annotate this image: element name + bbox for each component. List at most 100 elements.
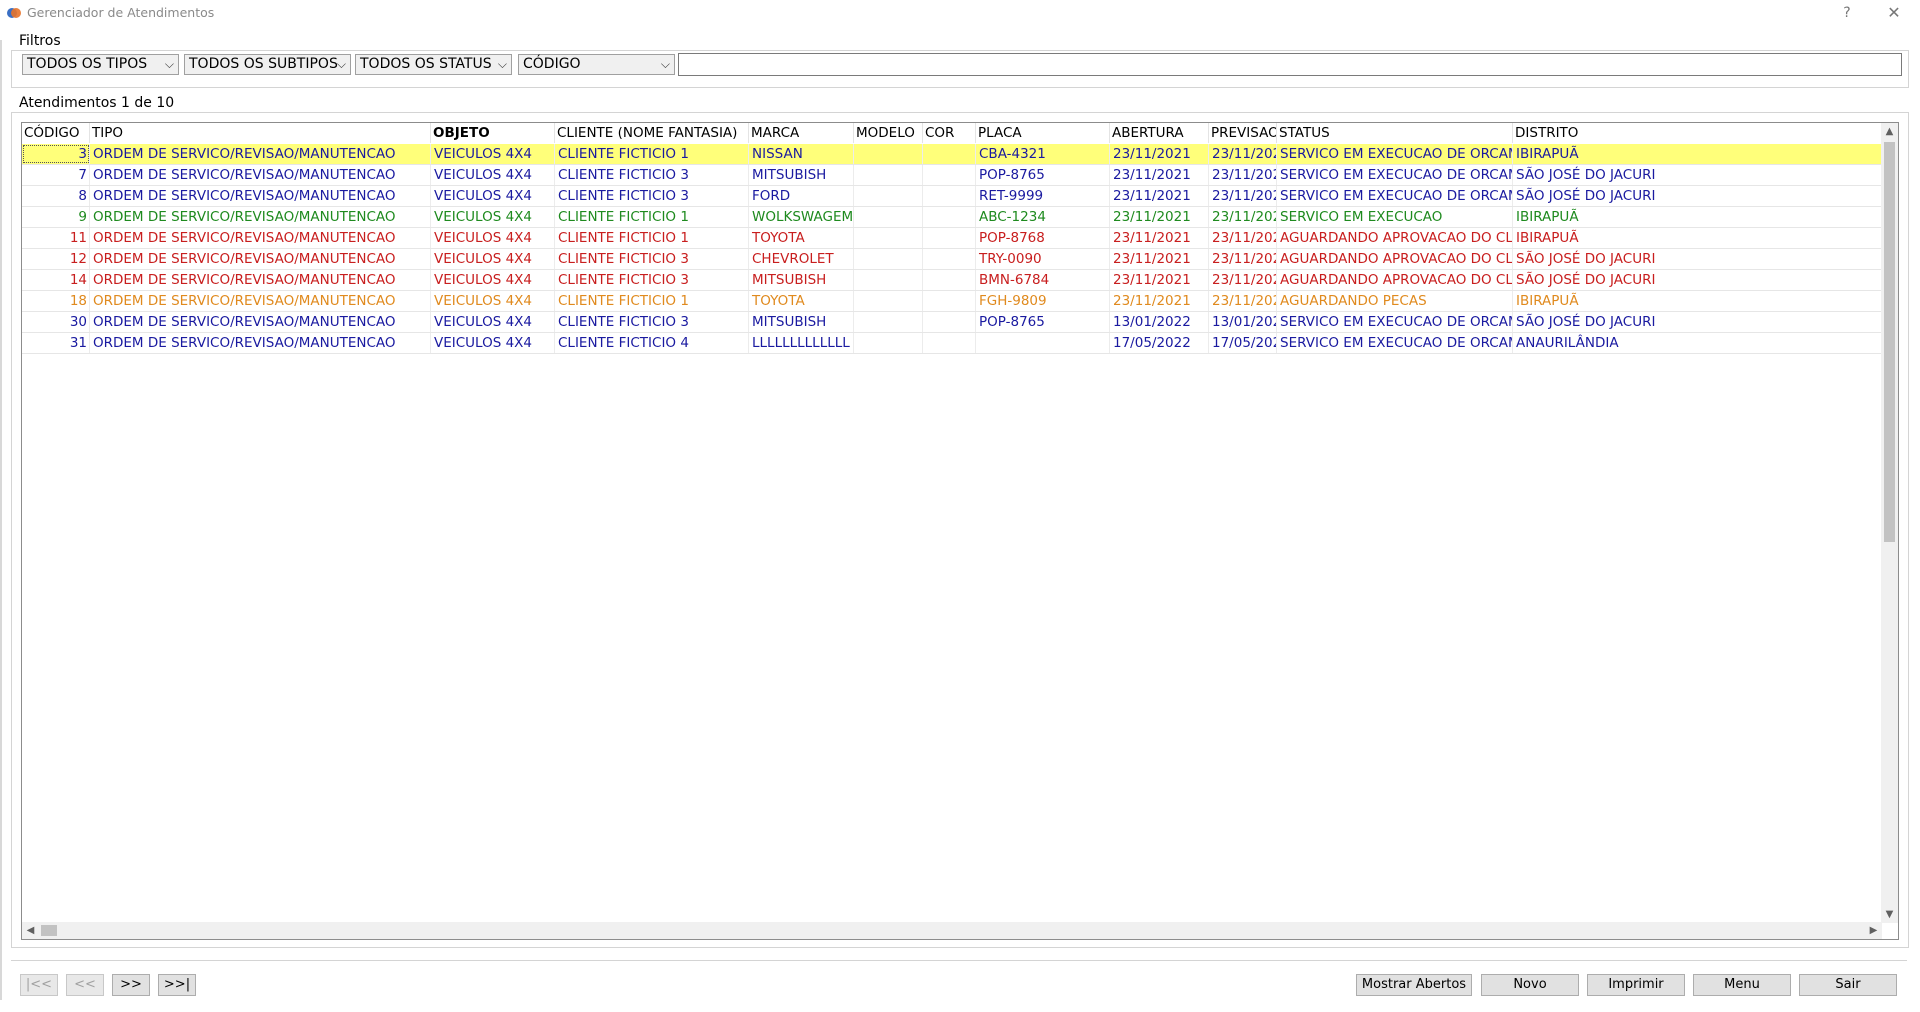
cell-cor [923, 165, 976, 185]
cell-cliente: CLIENTE FICTICIO 1 [555, 144, 749, 164]
cell-cor [923, 249, 976, 269]
cell-placa: POP-8768 [976, 228, 1110, 248]
table-row[interactable]: 9 ORDEM DE SERVICO/REVISAO/MANUTENCAO VEIC… [22, 207, 1882, 228]
table-row[interactable]: 8 ORDEM DE SERVICO/REVISAO/MANUTENCAO VEIC… [22, 186, 1882, 207]
cell-tipo: ORDEM DE SERVICO/REVISAO/MANUTENCAO [90, 228, 431, 248]
cell-tipo: ORDEM DE SERVICO/REVISAO/MANUTENCAO [90, 312, 431, 332]
subtipo-filter-select[interactable]: TODOS OS SUBTIPOS ⌵ [184, 54, 351, 75]
last-page-button[interactable]: >>| [158, 974, 196, 996]
cell-cliente: CLIENTE FICTICIO 1 [555, 228, 749, 248]
column-header-codigo[interactable]: CÓDIGO [22, 123, 90, 143]
mostrar-abertos-button[interactable]: Mostrar Abertos [1356, 974, 1472, 996]
cell-status: SERVICO EM EXECUCAO DE ORCAMENTO [1277, 333, 1513, 353]
tipo-filter-value: TODOS OS TIPOS [27, 56, 148, 72]
column-header-status[interactable]: STATUS [1277, 123, 1513, 143]
tipo-filter-select[interactable]: TODOS OS TIPOS ⌵ [22, 54, 179, 75]
cell-marca: MITSUBISH [749, 312, 854, 332]
table-row[interactable]: 12 ORDEM DE SERVICO/REVISAO/MANUTENCAO VEI… [22, 249, 1882, 270]
cell-modelo [854, 144, 923, 164]
next-page-button[interactable]: >> [112, 974, 150, 996]
cell-modelo [854, 207, 923, 227]
cell-cor [923, 228, 976, 248]
cell-previsao: 23/11/2021 [1209, 228, 1277, 248]
cell-tipo: ORDEM DE SERVICO/REVISAO/MANUTENCAO [90, 165, 431, 185]
imprimir-button[interactable]: Imprimir [1587, 974, 1685, 996]
cell-cliente: CLIENTE FICTICIO 1 [555, 207, 749, 227]
column-header-cor[interactable]: COR [923, 123, 976, 143]
column-header-placa[interactable]: PLACA [976, 123, 1110, 143]
column-header-objeto[interactable]: OBJETO [431, 123, 555, 143]
cell-status: AGUARDANDO APROVACAO DO CLIENTE [1277, 228, 1513, 248]
cell-cliente: CLIENTE FICTICIO 3 [555, 270, 749, 290]
cell-modelo [854, 228, 923, 248]
cell-marca: TOYOTA [749, 228, 854, 248]
cell-objeto: VEICULOS 4X4 [431, 228, 555, 248]
horizontal-scrollbar[interactable]: ◀ ▶ [22, 922, 1882, 939]
cell-status: SERVICO EM EXECUCAO [1277, 207, 1513, 227]
first-page-button[interactable]: |<< [20, 974, 58, 996]
search-field-select[interactable]: CÓDIGO ⌵ [518, 54, 675, 75]
cell-objeto: VEICULOS 4X4 [431, 186, 555, 206]
cell-status: SERVICO EM EXECUCAO DE ORCAMENTO [1277, 165, 1513, 185]
cell-tipo: ORDEM DE SERVICO/REVISAO/MANUTENCAO [90, 333, 431, 353]
cell-cor [923, 291, 976, 311]
column-header-marca[interactable]: MARCA [749, 123, 854, 143]
chevron-down-icon: ⌵ [336, 57, 346, 71]
column-header-previsao[interactable]: PREVISAO [1209, 123, 1277, 143]
cell-placa [976, 333, 1110, 353]
column-header-abertura[interactable]: ABERTURA [1110, 123, 1209, 143]
cell-modelo [854, 270, 923, 290]
scroll-down-icon[interactable]: ▼ [1881, 906, 1898, 923]
atendimentos-grid[interactable]: CÓDIGO TIPO OBJETO CLIENTE (NOME FANTASI… [21, 122, 1899, 940]
cell-marca: TOYOTA [749, 291, 854, 311]
cell-codigo: 14 [22, 270, 90, 290]
scroll-left-icon[interactable]: ◀ [22, 922, 39, 939]
cell-placa: TRY-0090 [976, 249, 1110, 269]
cell-cor [923, 186, 976, 206]
cell-objeto: VEICULOS 4X4 [431, 291, 555, 311]
scroll-up-icon[interactable]: ▲ [1881, 123, 1898, 140]
cell-abertura: 23/11/2021 [1110, 165, 1209, 185]
novo-button[interactable]: Novo [1481, 974, 1579, 996]
cell-placa: POP-8765 [976, 165, 1110, 185]
cell-abertura: 23/11/2021 [1110, 186, 1209, 206]
column-header-distrito[interactable]: DISTRITO [1513, 123, 1882, 143]
table-row[interactable]: 11 ORDEM DE SERVICO/REVISAO/MANUTENCAO VEI… [22, 228, 1882, 249]
vertical-scroll-thumb[interactable] [1884, 142, 1895, 542]
previous-page-button[interactable]: << [66, 974, 104, 996]
cell-modelo [854, 291, 923, 311]
scroll-right-icon[interactable]: ▶ [1865, 922, 1882, 939]
cell-marca: MITSUBISH [749, 270, 854, 290]
table-row[interactable]: 31 ORDEM DE SERVICO/REVISAO/MANUTENCAO VEI… [22, 333, 1882, 354]
search-field-value: CÓDIGO [523, 56, 581, 72]
vertical-scrollbar[interactable]: ▲ ▼ [1881, 123, 1898, 923]
column-header-cliente[interactable]: CLIENTE (NOME FANTASIA) [555, 123, 749, 143]
cell-codigo: 30 [22, 312, 90, 332]
menu-button[interactable]: Menu [1693, 974, 1791, 996]
close-window-button[interactable]: ✕ [1879, 2, 1909, 24]
search-input[interactable] [678, 53, 1902, 76]
cell-marca: WOLKSWAGEM [749, 207, 854, 227]
cell-cliente: CLIENTE FICTICIO 3 [555, 312, 749, 332]
table-row[interactable]: 30 ORDEM DE SERVICO/REVISAO/MANUTENCAO VEI… [22, 312, 1882, 333]
table-row[interactable]: 18 ORDEM DE SERVICO/REVISAO/MANUTENCAO VEI… [22, 291, 1882, 312]
table-row[interactable]: 3 ORDEM DE SERVICO/REVISAO/MANUTENCAO VEIC… [22, 144, 1882, 165]
cell-objeto: VEICULOS 4X4 [431, 312, 555, 332]
column-header-tipo[interactable]: TIPO [90, 123, 431, 143]
status-filter-select[interactable]: TODOS OS STATUS ⌵ [355, 54, 512, 75]
help-button[interactable]: ? [1832, 2, 1862, 24]
sair-button[interactable]: Sair [1799, 974, 1897, 996]
horizontal-scroll-thumb[interactable] [41, 925, 57, 936]
cell-abertura: 23/11/2021 [1110, 228, 1209, 248]
table-row[interactable]: 7 ORDEM DE SERVICO/REVISAO/MANUTENCAO VEIC… [22, 165, 1882, 186]
cell-cor [923, 207, 976, 227]
cell-cliente: CLIENTE FICTICIO 3 [555, 249, 749, 269]
cell-placa: CBA-4321 [976, 144, 1110, 164]
cell-abertura: 23/11/2021 [1110, 207, 1209, 227]
table-row[interactable]: 14 ORDEM DE SERVICO/REVISAO/MANUTENCAO VEI… [22, 270, 1882, 291]
column-header-modelo[interactable]: MODELO [854, 123, 923, 143]
cell-distrito: IBIRAPUÃ [1513, 207, 1882, 227]
cell-modelo [854, 186, 923, 206]
cell-previsao: 13/01/2022 [1209, 312, 1277, 332]
cell-codigo: 3 [22, 144, 90, 164]
